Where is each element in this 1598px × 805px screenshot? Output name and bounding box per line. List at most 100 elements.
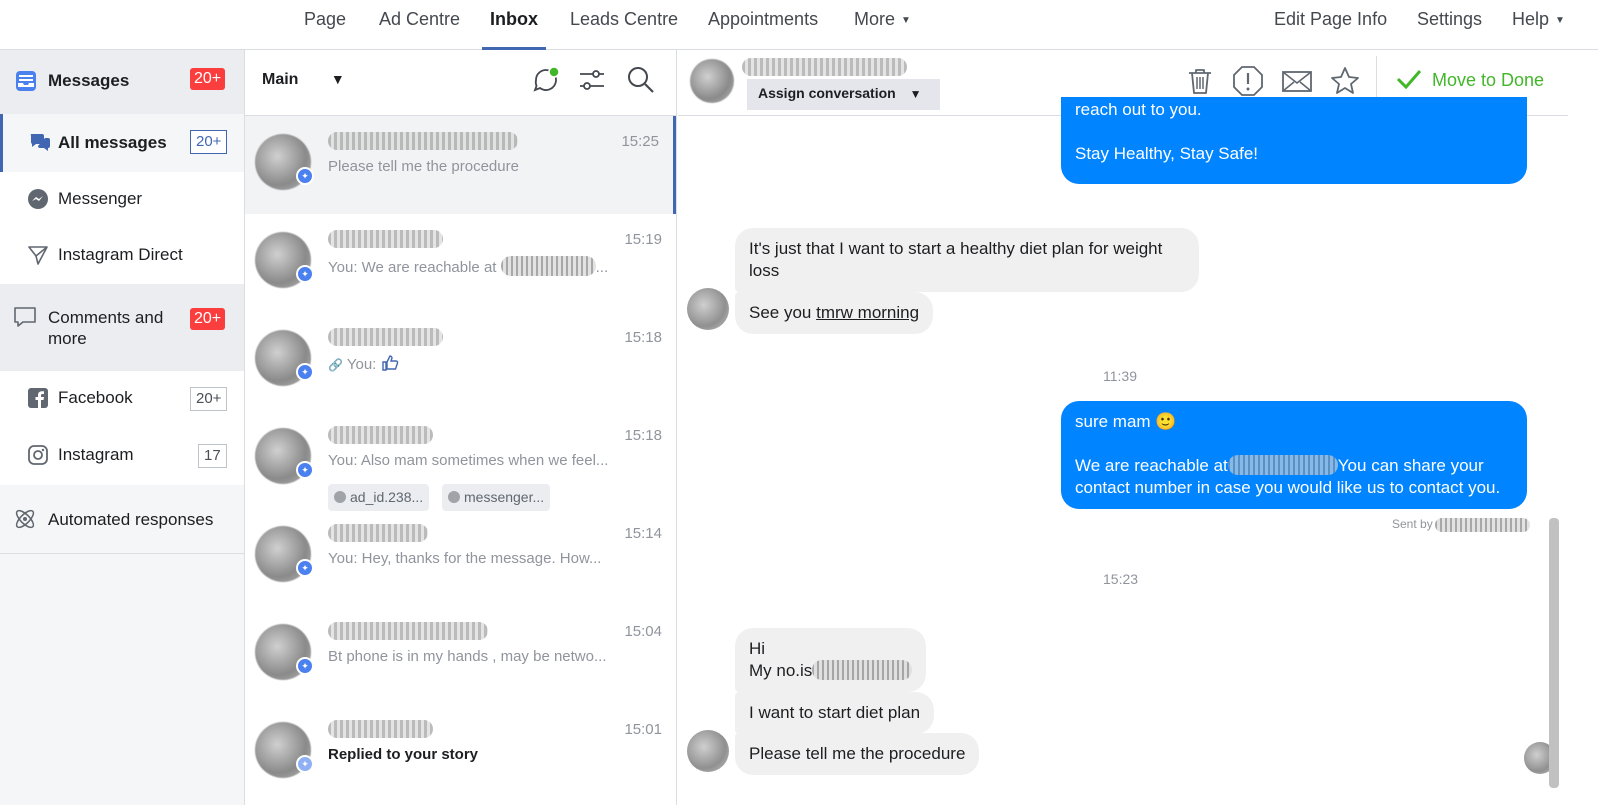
facebook-icon — [25, 385, 51, 411]
chat-bubbles-icon — [27, 129, 53, 155]
conversation-item[interactable]: ✦ You: We are reachable at ... 15:19 — [245, 214, 676, 312]
move-to-done-button[interactable]: Move to Done — [1396, 68, 1544, 91]
incoming-message: Please tell me the procedure — [735, 733, 980, 775]
incoming-message: I want to start diet plan — [735, 692, 935, 734]
assign-conversation-button[interactable]: Assign conversation ▼ — [747, 79, 940, 110]
message-preview: Replied to your story — [328, 746, 479, 763]
conversation-pane: Assign conversation ▼ Move to Done reach… — [678, 50, 1598, 805]
inbox-sidebar: Messages 20+ All messages 20+ Messenger … — [0, 50, 245, 805]
sidebar-item-messages[interactable]: Messages 20+ — [0, 50, 244, 114]
tab-appointments[interactable]: Appointments — [708, 0, 818, 50]
messenger-icon: ✦ — [296, 265, 314, 283]
edit-page-info-link[interactable]: Edit Page Info — [1274, 0, 1387, 50]
redacted-text — [812, 660, 913, 680]
conversation-item[interactable]: ✦ Replied to your story 15:01 — [245, 704, 676, 802]
instagram-icon — [25, 442, 51, 468]
count-badge: 20+ — [190, 130, 228, 154]
sidebar-item-label: Messenger — [58, 189, 143, 208]
tab-ad-centre[interactable]: Ad Centre — [379, 0, 460, 50]
message-time: 15:04 — [624, 623, 662, 640]
sidebar-item-label: Facebook — [58, 388, 133, 407]
contact-name-redacted — [328, 328, 443, 346]
scrollbar[interactable] — [1549, 518, 1559, 788]
preview-text: You: — [346, 356, 377, 373]
sidebar-item-instagram[interactable]: Instagram 17 — [0, 428, 244, 485]
sidebar-item-all-messages[interactable]: All messages 20+ — [0, 114, 244, 172]
contact-name-redacted — [328, 132, 518, 150]
caret-down-icon: ▼ — [1555, 15, 1565, 26]
incoming-message: It's just that I want to start a healthy… — [735, 228, 1199, 292]
message-preview: Please tell me the procedure — [328, 158, 519, 175]
message-text: sure mam 🙂 — [1075, 412, 1177, 431]
incoming-message: See you tmrw morning — [735, 292, 934, 334]
outgoing-message: sure mam 🙂 We are reachable at You can sh… — [1061, 401, 1527, 509]
settings-link[interactable]: Settings — [1417, 0, 1482, 50]
report-spam-icon[interactable] — [1231, 64, 1265, 98]
incoming-message: Hi My no.is — [735, 628, 927, 692]
atom-icon — [12, 506, 38, 532]
tab-page[interactable]: Page — [304, 0, 346, 50]
contact-name-redacted — [328, 426, 433, 444]
sidebar-item-label: Messages — [48, 71, 130, 90]
sidebar-item-label: Automated responses — [48, 510, 214, 529]
message-time: 15:18 — [624, 329, 662, 346]
sidebar-item-label: Instagram Direct — [58, 245, 183, 264]
sidebar-item-comments[interactable]: Comments and more 20+ — [0, 284, 244, 371]
messenger-icon — [25, 186, 51, 212]
sidebar-item-messenger[interactable]: Messenger — [0, 172, 244, 228]
message-text-part: We are reachable at — [1075, 456, 1228, 475]
caret-down-icon: ▼ — [901, 15, 911, 26]
filter-dropdown[interactable]: Main ▼ — [262, 71, 345, 89]
outgoing-message: reach out to you. Stay Healthy, Stay Saf… — [1061, 97, 1527, 184]
redacted-text — [1227, 455, 1338, 475]
message-time: 15:18 — [624, 427, 662, 444]
mark-unread-envelope-icon[interactable] — [1280, 64, 1314, 98]
sidebar-item-label: Instagram — [58, 445, 134, 464]
conversation-item[interactable]: ✦ 🔗 You: 15:18 — [245, 312, 676, 410]
tab-leads-centre[interactable]: Leads Centre — [570, 0, 678, 50]
conversation-item[interactable]: ✦ Please tell me the procedure 15:25 — [245, 116, 676, 214]
conversation-item[interactable]: ✦ Bt phone is in my hands , may be netwo… — [245, 606, 676, 704]
sidebar-item-automated-responses[interactable]: Automated responses — [0, 485, 244, 554]
filter-label: Main — [262, 71, 299, 88]
tab-more[interactable]: More ▼ — [854, 0, 911, 50]
message-time: 15:19 — [624, 231, 662, 248]
filter-sliders-icon[interactable] — [578, 66, 606, 98]
new-message-icon[interactable] — [532, 66, 560, 98]
conversation-list-header: Main ▼ — [245, 50, 677, 116]
inbox-tray-icon — [13, 68, 39, 94]
unread-badge: 20+ — [190, 308, 226, 330]
date-link[interactable]: tmrw morning — [816, 303, 919, 322]
conversation-item[interactable]: ✦ You: Also mam sometimes when we feel..… — [245, 410, 676, 511]
sidebar-item-facebook[interactable]: Facebook 20+ — [0, 371, 244, 428]
star-icon[interactable] — [1328, 64, 1362, 98]
messenger-icon: ✦ — [296, 461, 314, 479]
top-navigation: Page Ad Centre Inbox Leads Centre Appoin… — [0, 0, 1598, 50]
search-icon[interactable] — [626, 65, 656, 99]
tab-inbox[interactable]: Inbox — [482, 0, 546, 50]
label-chip[interactable]: messenger... — [442, 484, 551, 511]
instagram-story-icon: ✦ — [296, 755, 314, 773]
count-badge: 17 — [198, 444, 227, 468]
count-badge: 20+ — [190, 387, 228, 411]
conversation-list: Main ▼ ✦ Please tell me the procedure 15… — [245, 50, 677, 805]
checkmark-icon — [1396, 70, 1422, 90]
message-text: See you — [749, 303, 817, 322]
thumbs-up-icon — [381, 355, 399, 373]
direct-send-icon — [25, 242, 51, 268]
messenger-icon: ✦ — [296, 657, 314, 675]
sidebar-item-instagram-direct[interactable]: Instagram Direct — [0, 228, 244, 284]
tab-more-label: More — [854, 9, 896, 29]
message-time: 15:01 — [624, 721, 662, 738]
label-chip[interactable]: ad_id.238... — [328, 484, 430, 511]
message-time: 15:25 — [621, 133, 659, 150]
move-to-done-label: Move to Done — [1432, 70, 1545, 90]
sender-avatar — [687, 288, 729, 330]
help-menu[interactable]: Help ▼ — [1512, 0, 1565, 50]
trash-icon[interactable] — [1183, 64, 1217, 98]
conversation-item[interactable]: ✦ You: Hey, thanks for the message. How.… — [245, 508, 676, 606]
messenger-icon: ✦ — [296, 167, 314, 185]
help-label: Help — [1512, 9, 1550, 29]
message-time: 15:14 — [624, 525, 662, 542]
link-icon: 🔗 — [328, 358, 343, 372]
